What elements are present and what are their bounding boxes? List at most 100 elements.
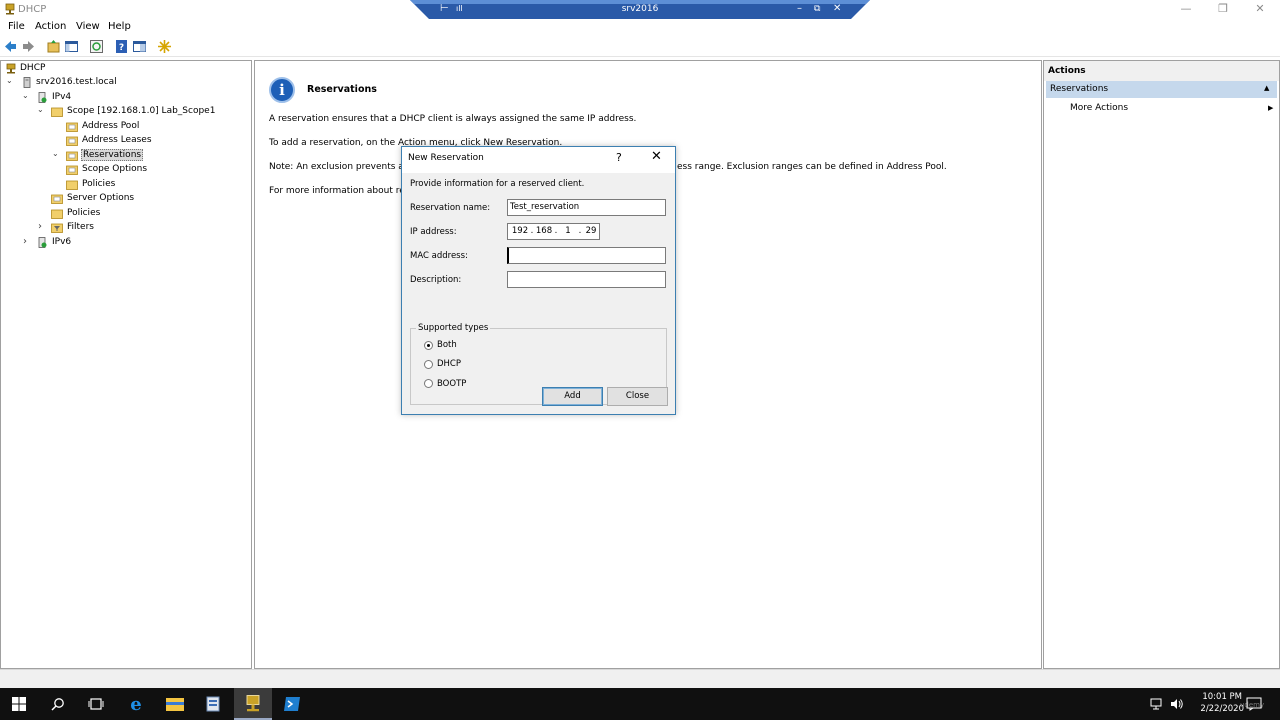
window-title: DHCP <box>18 4 47 15</box>
svg-text:?: ? <box>119 43 124 53</box>
back-icon[interactable] <box>3 39 18 54</box>
ip-octet-2[interactable]: 168 <box>535 226 553 236</box>
forward-icon[interactable] <box>21 39 36 54</box>
chevron-right-icon[interactable]: › <box>38 221 48 232</box>
powershell-icon <box>284 697 300 711</box>
mac-address-label: MAC address: <box>410 251 468 261</box>
toolbar: ? <box>0 36 1280 57</box>
reservations-icon <box>66 151 78 161</box>
new-reservation-dialog: New Reservation ? ✕ Provide information … <box>401 146 676 415</box>
close-button[interactable]: Close <box>607 387 668 406</box>
section-label: Reservations <box>1050 84 1109 94</box>
dialog-body: Provide information for a reserved clien… <box>402 173 675 414</box>
tree-label: Policies <box>82 179 116 189</box>
description-input[interactable] <box>507 271 666 288</box>
add-button[interactable]: Add <box>542 387 603 406</box>
folder-icon <box>51 107 63 117</box>
ip-address-input[interactable]: 192 . 168 . 1 . 29 <box>507 223 600 240</box>
new-icon[interactable] <box>157 39 172 54</box>
taskbar-internet-explorer[interactable]: e <box>117 688 155 720</box>
show-hide-tree-icon[interactable] <box>64 39 79 54</box>
menu-view[interactable]: View <box>76 21 100 32</box>
svg-text:e: e <box>130 694 141 714</box>
tree-label: Scope [192.168.1.0] Lab_Scope1 <box>67 106 216 116</box>
dialog-close-button[interactable]: ✕ <box>651 149 662 164</box>
actions-section-reservations[interactable]: Reservations ▲ <box>1046 81 1277 98</box>
taskbar-dhcp[interactable] <box>234 688 272 720</box>
rdp-restore-button[interactable]: ⧉ <box>814 3 820 15</box>
chevron-down-icon[interactable]: ⌄ <box>52 149 62 158</box>
taskbar-server-manager[interactable] <box>195 688 233 720</box>
maximize-button[interactable]: ❐ <box>1205 0 1241 19</box>
tree-label: IPv6 <box>52 237 72 247</box>
chevron-right-icon[interactable]: ▶ <box>1268 104 1273 112</box>
menu-bar: File Action View Help <box>0 19 1280 36</box>
collapse-icon[interactable]: ▲ <box>1264 84 1269 92</box>
radio-both[interactable] <box>424 341 433 350</box>
dialog-title: New Reservation <box>408 153 484 163</box>
notifications-icon[interactable] <box>1246 697 1262 711</box>
address-leases-icon <box>66 136 78 146</box>
radio-bootp-label[interactable]: BOOTP <box>437 379 466 389</box>
task-view-button[interactable] <box>77 688 115 720</box>
description-label: Description: <box>410 275 462 285</box>
tree-label: IPv4 <box>52 92 72 102</box>
tree-label: Filters <box>67 222 94 232</box>
volume-icon[interactable] <box>1170 698 1184 710</box>
start-button[interactable] <box>0 688 38 720</box>
description-text: A reservation ensures that a DHCP client… <box>269 114 637 124</box>
help-icon[interactable]: ? <box>114 39 129 54</box>
dhcp-app-icon <box>5 3 15 15</box>
more-actions-item[interactable]: More Actions <box>1070 103 1128 113</box>
help-button[interactable]: ? <box>616 151 622 164</box>
minimize-button[interactable]: — <box>1168 0 1204 19</box>
menu-action[interactable]: Action <box>35 21 66 32</box>
actions-header: Actions <box>1044 61 1279 81</box>
supported-types-title: Supported types <box>416 323 491 333</box>
rdp-close-button[interactable]: ✕ <box>833 3 841 15</box>
taskbar-powershell[interactable] <box>273 688 311 720</box>
chevron-right-icon[interactable]: › <box>23 236 33 247</box>
reservation-name-label: Reservation name: <box>410 203 491 213</box>
intro-text: Provide information for a reserved clien… <box>410 179 585 189</box>
actions-pane: Actions Reservations ▲ More Actions ▶ <box>1043 60 1280 669</box>
page-title: Reservations <box>307 84 377 95</box>
search-button[interactable] <box>39 688 77 720</box>
ip-octet-3[interactable]: 1 <box>559 226 577 236</box>
menu-help[interactable]: Help <box>108 21 131 32</box>
chevron-down-icon[interactable]: ⌄ <box>6 76 16 85</box>
chevron-down-icon[interactable]: ⌄ <box>22 91 32 100</box>
mac-address-input[interactable] <box>507 247 666 264</box>
scope-options-icon <box>66 165 78 175</box>
tree-label-selected: Reservations <box>81 149 144 161</box>
radio-dhcp-label[interactable]: DHCP <box>437 359 461 369</box>
chevron-down-icon[interactable]: ⌄ <box>37 105 47 114</box>
system-clock[interactable]: 10:01 PM 2/22/2020 <box>1200 691 1244 715</box>
radio-both-label[interactable]: Both <box>437 340 457 350</box>
properties-icon[interactable] <box>132 39 147 54</box>
clock-time: 10:01 PM <box>1202 692 1243 702</box>
close-window-button[interactable]: ✕ <box>1242 0 1278 19</box>
note-text-right: ess range. Exclusion ranges can be defin… <box>677 162 947 172</box>
more-info-text: For more information about res <box>269 186 410 196</box>
status-bar <box>0 669 1280 688</box>
ip-octet-1[interactable]: 192 <box>511 226 529 236</box>
menu-file[interactable]: File <box>8 21 25 32</box>
ipv6-icon <box>38 237 47 248</box>
ip-address-label: IP address: <box>410 227 457 237</box>
radio-dhcp[interactable] <box>424 360 433 369</box>
server-manager-icon <box>206 696 220 712</box>
taskbar-file-explorer[interactable] <box>156 688 194 720</box>
refresh-icon[interactable] <box>89 39 104 54</box>
radio-bootp[interactable] <box>424 379 433 388</box>
clock-date: 2/22/2020 <box>1200 704 1244 714</box>
rdp-minimize-button[interactable]: – <box>797 3 802 15</box>
ip-octet-4[interactable]: 29 <box>583 226 599 236</box>
note-text-left: Note: An exclusion prevents a D <box>269 162 414 172</box>
reservation-name-input[interactable]: Test_reservation <box>507 199 666 216</box>
ipv4-icon <box>38 92 47 103</box>
tree-label: DHCP <box>20 63 46 73</box>
windows-start-icon <box>12 697 26 711</box>
network-icon[interactable] <box>1150 698 1164 710</box>
up-folder-icon[interactable] <box>46 39 61 54</box>
